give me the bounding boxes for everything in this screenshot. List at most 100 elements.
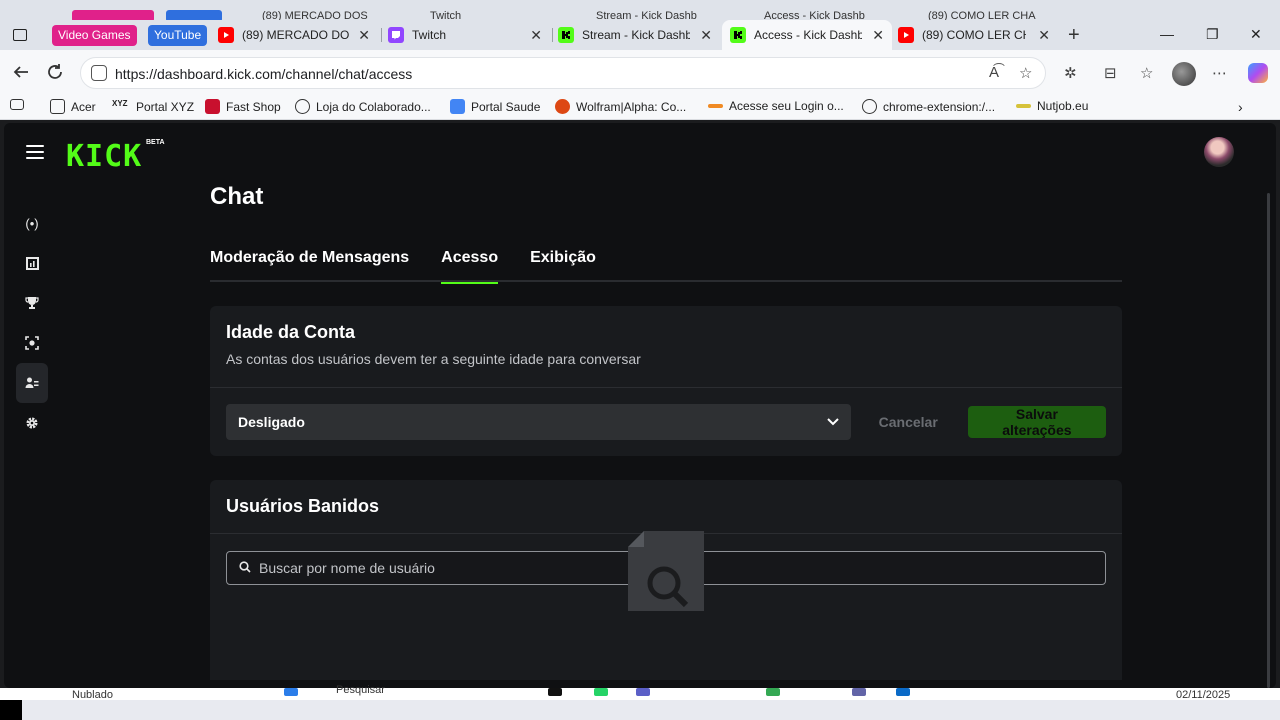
edge-icon[interactable] bbox=[896, 688, 910, 696]
camera-icon bbox=[25, 336, 39, 350]
hamburger-menu-icon[interactable] bbox=[26, 145, 44, 159]
ghost-tab-title: Twitch bbox=[430, 10, 462, 20]
close-icon[interactable]: ✕ bbox=[358, 27, 370, 44]
close-icon[interactable]: ✕ bbox=[1038, 27, 1050, 44]
taskbar-date: 02/11/2025 bbox=[1176, 689, 1231, 701]
xyz-icon: XYZ bbox=[112, 99, 128, 108]
ghost-tab-title: Access - Kick Dashb bbox=[764, 10, 865, 20]
taskbar-search[interactable]: Pesquisar bbox=[336, 684, 385, 696]
kick-icon bbox=[558, 27, 574, 43]
close-icon[interactable]: ✕ bbox=[872, 27, 884, 44]
search-placeholder: Buscar por nome de usuário bbox=[259, 560, 435, 576]
read-aloud-icon[interactable]: A͡ bbox=[989, 64, 999, 81]
account-age-select[interactable]: Desligado bbox=[226, 404, 851, 440]
browser-tab-active[interactable]: Access - Kick Dashb ✕ bbox=[722, 20, 892, 50]
restore-icon[interactable]: ❐ bbox=[1206, 26, 1219, 43]
browser-tab-bar: Video Games YouTube (89) MERCADO DOS ✕ T… bbox=[0, 20, 1280, 50]
extensions-icon[interactable]: ✲ bbox=[1064, 64, 1077, 82]
copilot-icon[interactable] bbox=[1248, 63, 1268, 83]
cancel-button[interactable]: Cancelar bbox=[879, 414, 938, 430]
tab-exibicao[interactable]: Exibição bbox=[530, 250, 596, 282]
favorite-star-icon[interactable]: ☆ bbox=[1019, 64, 1032, 82]
bookmark-fast-shop[interactable]: Fast Shop bbox=[205, 99, 281, 114]
tab-acesso[interactable]: Acesso bbox=[441, 250, 498, 284]
minimize-icon[interactable]: — bbox=[1160, 26, 1174, 42]
wolfram-icon bbox=[555, 99, 570, 114]
users-icon bbox=[25, 377, 39, 388]
close-window-icon[interactable]: ✕ bbox=[1250, 26, 1262, 43]
whatsapp-icon[interactable] bbox=[594, 688, 608, 696]
ghost-tab-title: (89) MERCADO DOS bbox=[262, 10, 368, 20]
browser-tab[interactable]: Stream - Kick Dashb ✕ bbox=[558, 20, 720, 50]
bookmark-folder-icon[interactable] bbox=[10, 99, 30, 110]
banned-users-card: Usuários Banidos Buscar por nome de usuá… bbox=[210, 480, 1122, 680]
bookmark-wolfram[interactable]: Wolfram|Alpha: Co... bbox=[555, 99, 686, 114]
tab-title: Twitch bbox=[412, 28, 447, 42]
bookmark-portal-xyz[interactable]: XYZ Portal XYZ bbox=[112, 99, 194, 114]
reload-icon[interactable] bbox=[46, 63, 64, 86]
sidebar-item-analytics[interactable] bbox=[16, 243, 48, 283]
account-age-subtitle: As contas dos usuários devem ter a segui… bbox=[226, 351, 641, 367]
profile-avatar[interactable] bbox=[1172, 62, 1196, 86]
taskbar-app-icon[interactable] bbox=[548, 688, 562, 696]
tab-group-youtube[interactable]: YouTube bbox=[148, 25, 208, 46]
sidebar-item-achievements[interactable] bbox=[16, 283, 48, 323]
chevron-down-icon bbox=[826, 418, 839, 426]
bookmarks-bar: Acer XYZ Portal XYZ Fast Shop Loja do Col… bbox=[0, 96, 1280, 120]
login-icon bbox=[708, 104, 723, 108]
bookmark-nutjob[interactable]: Nutjob.eu bbox=[1016, 99, 1088, 113]
bookmark-loja-colaborador[interactable]: Loja do Colaborado... bbox=[295, 99, 431, 114]
chrome-icon[interactable] bbox=[766, 688, 780, 696]
browser-tab[interactable]: (89) MERCADO DOS ✕ bbox=[218, 20, 378, 50]
os-taskbar: Nublado Pesquisar 02/11/2025 bbox=[0, 684, 1280, 720]
sidebar-item-settings[interactable] bbox=[16, 403, 48, 443]
tab-group-video-games[interactable]: Video Games bbox=[52, 25, 137, 46]
more-bookmarks-chevron-icon[interactable]: › bbox=[1238, 99, 1243, 115]
page-title: Chat bbox=[210, 183, 264, 210]
sidebar-item-stream[interactable]: (•) bbox=[16, 203, 48, 243]
tab-title: (89) COMO LER CHA bbox=[922, 28, 1026, 42]
tab-title: Stream - Kick Dashb bbox=[582, 28, 690, 42]
close-icon[interactable]: ✕ bbox=[530, 27, 542, 44]
site-info-icon[interactable] bbox=[91, 65, 107, 81]
url-text: https://dashboard.kick.com/channel/chat/… bbox=[115, 66, 413, 82]
broadcast-icon: (•) bbox=[25, 215, 39, 231]
ghost-group-chip bbox=[166, 10, 222, 20]
bookmark-acer[interactable]: Acer bbox=[50, 99, 96, 114]
taskbar-app-icon[interactable] bbox=[852, 688, 866, 696]
close-icon[interactable]: ✕ bbox=[700, 27, 712, 44]
search-icon bbox=[239, 561, 251, 573]
twitch-icon bbox=[388, 27, 404, 43]
bookmark-chrome-extension[interactable]: chrome-extension:/... bbox=[862, 99, 995, 114]
page-scrollbar[interactable] bbox=[1267, 193, 1270, 688]
sidebar-item-clips[interactable] bbox=[16, 323, 48, 363]
more-icon[interactable]: ⋯ bbox=[1212, 64, 1227, 82]
tab-actions-icon[interactable] bbox=[10, 26, 30, 44]
ghost-tab-title: (89) COMO LER CHA bbox=[928, 10, 1036, 20]
user-avatar[interactable] bbox=[1204, 137, 1234, 167]
analytics-icon bbox=[25, 256, 39, 270]
ghost-tab-title: Stream - Kick Dashb bbox=[596, 10, 697, 20]
save-changes-button[interactable]: Salvar alterações bbox=[967, 406, 1106, 438]
bookmark-acesse-login[interactable]: Acesse seu Login o... bbox=[708, 99, 844, 113]
tab-moderacao[interactable]: Moderação de Mensagens bbox=[210, 250, 409, 282]
kick-dashboard: KICK BETA (•) Chat Moderação de Mensagen… bbox=[4, 123, 1276, 688]
sidebar-item-community[interactable] bbox=[16, 363, 48, 403]
back-icon[interactable] bbox=[12, 63, 30, 86]
tab-title: Access - Kick Dashb bbox=[754, 28, 862, 42]
browser-tab[interactable]: (89) COMO LER CHA ✕ bbox=[898, 20, 1058, 50]
url-field[interactable]: https://dashboard.kick.com/channel/chat/… bbox=[80, 57, 1046, 89]
settings-tabs: Moderação de Mensagens Acesso Exibição bbox=[210, 250, 1122, 284]
kick-logo[interactable]: KICK bbox=[66, 139, 142, 174]
teams-icon[interactable] bbox=[636, 688, 650, 696]
split-screen-icon[interactable]: ⊟ bbox=[1104, 64, 1117, 82]
browser-tab[interactable]: Twitch ✕ bbox=[388, 20, 550, 50]
favorites-icon[interactable]: ☆ bbox=[1140, 64, 1153, 82]
ghost-group-chip bbox=[72, 10, 154, 20]
bookmark-portal-saude[interactable]: Portal Saude bbox=[450, 99, 540, 114]
windows-start-icon[interactable] bbox=[284, 688, 298, 696]
account-age-title: Idade da Conta bbox=[226, 322, 356, 342]
new-tab-icon[interactable]: + bbox=[1068, 24, 1080, 47]
fast-shop-icon bbox=[205, 99, 220, 114]
chat-settings-content: Chat Moderação de Mensagens Acesso Exibi… bbox=[210, 183, 1122, 680]
